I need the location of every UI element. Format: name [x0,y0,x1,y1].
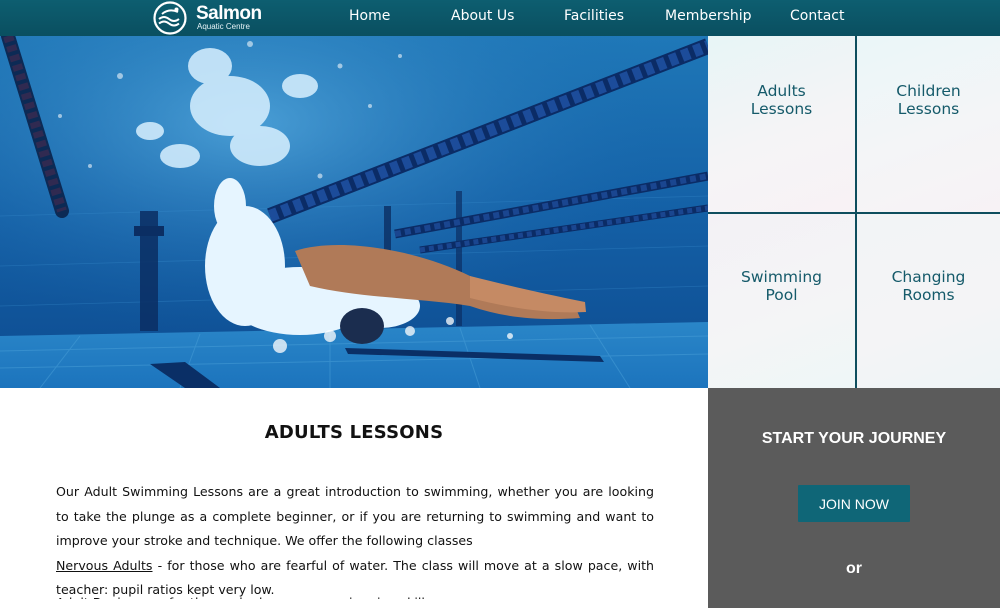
cta-or: or [846,560,862,577]
tile-label: Adults Lessons [750,82,813,118]
tile-adults-lessons[interactable]: Adults Lessons [708,36,855,212]
tile-label: Swimming Pool [741,268,822,304]
nav-membership[interactable]: Membership [665,8,752,24]
nav-about-us[interactable]: About Us [451,8,514,24]
brand-logo[interactable]: Salmon Aquatic Centre [150,0,262,36]
category-tiles: Adults Lessons Children Lessons Swimming… [708,36,1000,388]
nav-contact[interactable]: Contact [790,8,844,24]
tile-changing-rooms[interactable]: Changing Rooms [857,214,1000,388]
main-content: ADULTS LESSONS Our Adult Swimming Lesson… [0,388,708,608]
brand-subtitle: Aquatic Centre [197,22,250,31]
salmon-logo-icon [153,1,187,35]
tile-label: Changing Rooms [891,268,966,304]
tile-children-lessons[interactable]: Children Lessons [857,36,1000,212]
hero-image-swimmer [0,36,708,388]
intro-paragraph: Our Adult Swimming Lessons are a great i… [56,484,654,548]
nav-facilities[interactable]: Facilities [564,8,624,24]
tile-label: Children Lessons [896,82,961,118]
join-now-button[interactable]: JOIN NOW [798,485,910,522]
nav-home[interactable]: Home [349,8,390,24]
cta-panel: START YOUR JOURNEY JOIN NOW or [708,388,1000,608]
adult-beginners-partial: Adult Beginners - for those who have som… [56,591,654,599]
site-header: Salmon Aquatic Centre Home About Us Faci… [0,0,1000,36]
cta-title: START YOUR JOURNEY [761,430,947,447]
lesson-description: Our Adult Swimming Lessons are a great i… [56,480,654,608]
nervous-adults-link[interactable]: Nervous Adults [56,558,153,573]
tile-swimming-pool[interactable]: Swimming Pool [708,214,855,388]
page-title: ADULTS LESSONS [264,422,444,443]
